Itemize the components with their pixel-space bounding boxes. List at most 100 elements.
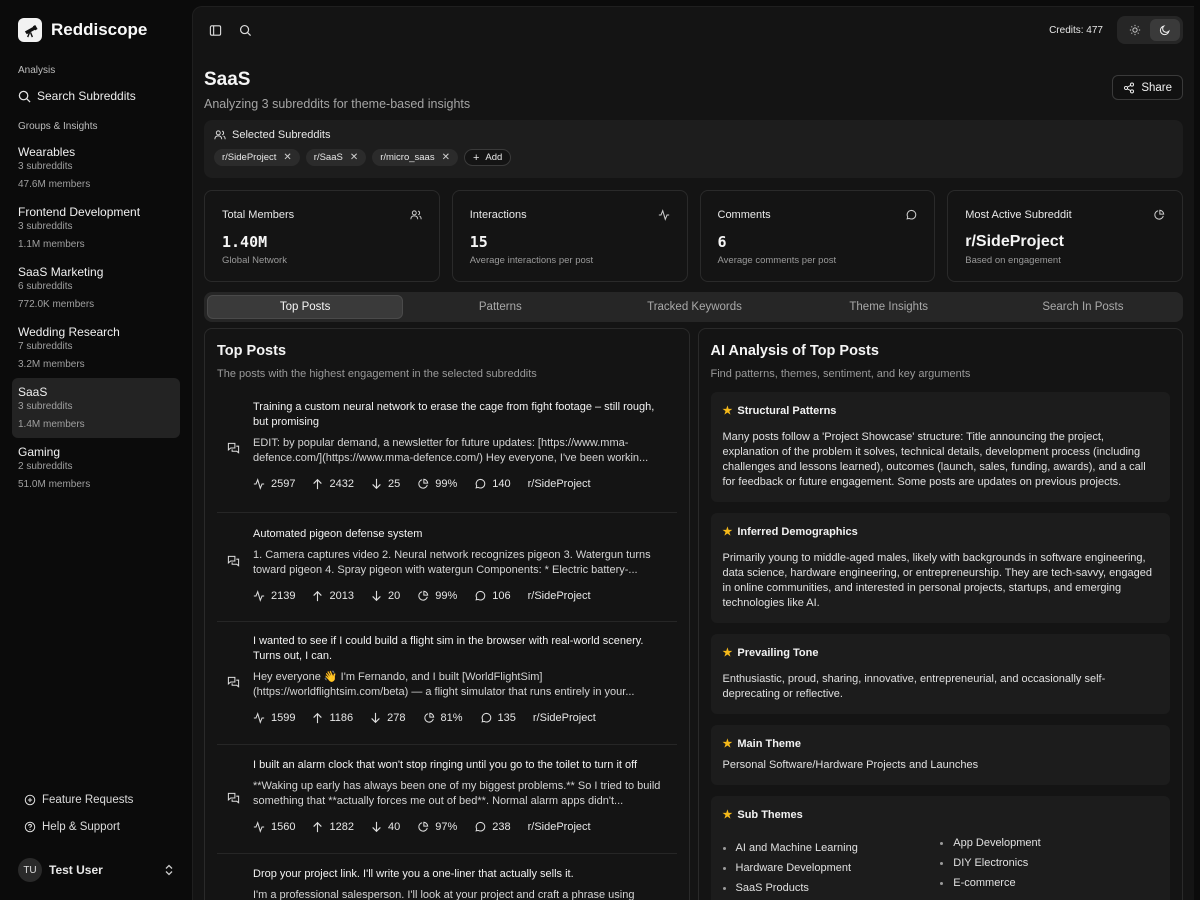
group-count: 2 subreddits xyxy=(18,461,73,472)
star-icon: ★ xyxy=(722,738,733,750)
group-item-saas-marketing[interactable]: SaaS Marketing 6 subreddits 772.0K membe… xyxy=(12,258,180,318)
sidebar: Reddiscope Analysis Search Subreddits Gr… xyxy=(0,0,192,900)
user-menu[interactable]: TU Test User xyxy=(12,840,180,900)
interactions-count: 1599 xyxy=(271,712,296,724)
post-meta: 1599 1186 278 81% 135 r/SideProject xyxy=(253,712,665,724)
group-name: SaaS Marketing xyxy=(18,265,104,279)
post-subreddit[interactable]: r/SideProject xyxy=(533,712,596,724)
messages-icon xyxy=(227,792,240,804)
chip-label: r/SideProject xyxy=(222,152,277,163)
search-subreddits-link[interactable]: Search Subreddits xyxy=(12,82,180,110)
theme-toggle[interactable] xyxy=(1117,16,1183,44)
selected-subreddits-label: Selected Subreddits xyxy=(232,129,331,141)
arrow-up-icon xyxy=(313,712,323,724)
group-members: 1.1M members xyxy=(18,239,85,250)
messages-icon xyxy=(227,676,240,688)
post-title: Training a custom neural network to eras… xyxy=(253,401,655,428)
page-title: SaaS xyxy=(204,69,251,90)
stat-value: 6 xyxy=(717,233,727,251)
post-item[interactable]: Training a custom neural network to eras… xyxy=(217,380,677,513)
search-icon[interactable] xyxy=(234,19,256,41)
post-body: EDIT: by popular demand, a newsletter fo… xyxy=(253,437,649,464)
arrow-up-icon xyxy=(313,821,323,833)
tab-patterns[interactable]: Patterns xyxy=(403,295,597,319)
star-icon: ★ xyxy=(722,526,733,538)
post-item[interactable]: Drop your project link. I'll write you a… xyxy=(217,854,677,900)
stat-title: Most Active Subreddit xyxy=(965,209,1072,221)
group-item-frontend-development[interactable]: Frontend Development 3 subreddits 1.1M m… xyxy=(12,198,180,258)
stat-title: Total Members xyxy=(222,209,295,221)
brand[interactable]: Reddiscope xyxy=(12,0,180,60)
help-support-link[interactable]: Help & Support xyxy=(12,813,180,840)
moon-icon[interactable] xyxy=(1150,19,1180,41)
card-title: Structural Patterns xyxy=(737,404,837,417)
group-members: 772.0K members xyxy=(18,299,95,310)
post-meta: 2597 2432 25 99% 140 r/SideProject xyxy=(253,478,665,490)
stat-value: 1.40M xyxy=(222,233,268,251)
tab-search-in-posts[interactable]: Search In Posts xyxy=(986,295,1180,319)
card-body: Primarily young to middle-aged males, li… xyxy=(722,552,1152,609)
post-title: Drop your project link. I'll write you a… xyxy=(253,868,574,880)
content-panel: Credits: 477 SaaS Analyzing 3 subreddits… xyxy=(192,6,1194,900)
top-posts-subtitle: The posts with the highest engagement in… xyxy=(217,368,537,380)
group-name: Frontend Development xyxy=(18,205,141,219)
upvotes-count: 1282 xyxy=(329,821,354,833)
remove-icon[interactable]: ✕ xyxy=(283,152,291,163)
group-item-saas[interactable]: SaaS 3 subreddits 1.4M members xyxy=(12,378,180,438)
post-subreddit[interactable]: r/SideProject xyxy=(528,590,591,602)
feature-requests-link[interactable]: Feature Requests xyxy=(12,786,180,813)
add-subreddit-button[interactable]: + Add xyxy=(463,149,512,166)
pie-chart-icon xyxy=(418,478,429,489)
pie-chart-icon xyxy=(1154,209,1165,220)
share-button[interactable]: Share xyxy=(1112,75,1183,100)
post-item[interactable]: I built an alarm clock that won't stop r… xyxy=(217,745,677,854)
chevrons-up-down-icon xyxy=(165,864,173,876)
star-icon: ★ xyxy=(722,647,733,659)
page-header: SaaS Analyzing 3 subreddits for theme-ba… xyxy=(193,53,1194,120)
card-title: Main Theme xyxy=(737,737,801,750)
card-title: Inferred Demographics xyxy=(737,525,858,538)
post-item[interactable]: Automated pigeon defense system 1. Camer… xyxy=(217,513,677,622)
post-subreddit[interactable]: r/SideProject xyxy=(528,478,591,490)
users-icon xyxy=(410,210,422,220)
tab-top-posts[interactable]: Top Posts xyxy=(207,295,404,319)
sun-icon[interactable] xyxy=(1120,19,1150,41)
plus-circle-icon xyxy=(24,794,36,805)
remove-icon[interactable]: ✕ xyxy=(350,152,358,163)
stat-title: Comments xyxy=(717,209,771,221)
credits-counter: Credits: 477 xyxy=(1049,24,1103,36)
tab-theme-insights[interactable]: Theme Insights xyxy=(792,295,986,319)
group-item-gaming[interactable]: Gaming 2 subreddits 51.0M members xyxy=(12,438,180,498)
group-item-wedding-research[interactable]: Wedding Research 7 subreddits 3.2M membe… xyxy=(12,318,180,378)
group-name: Wearables xyxy=(18,145,76,159)
group-item-wearables[interactable]: Wearables 3 subreddits 47.6M members xyxy=(12,138,180,198)
plus-icon: + xyxy=(472,151,480,164)
remove-icon[interactable]: ✕ xyxy=(442,152,450,163)
sidebar-toggle-icon[interactable] xyxy=(204,19,226,41)
group-name: Gaming xyxy=(18,445,61,459)
group-members: 47.6M members xyxy=(18,179,91,190)
post-item[interactable]: I wanted to see if I could build a fligh… xyxy=(217,622,677,745)
arrow-up-icon xyxy=(313,478,323,490)
help-circle-icon xyxy=(24,821,36,832)
star-icon: ★ xyxy=(722,809,733,821)
post-subreddit[interactable]: r/SideProject xyxy=(528,821,591,833)
card-body: Many posts follow a 'Project Showcase' s… xyxy=(722,431,1146,488)
post-body: I'm a professional salesperson. I'll loo… xyxy=(253,889,635,900)
post-title: I built an alarm clock that won't stop r… xyxy=(253,759,638,771)
content-columns: Top Posts The posts with the highest eng… xyxy=(204,328,1183,900)
card-body: Enthusiastic, proud, sharing, innovative… xyxy=(722,673,1106,700)
arrow-down-icon xyxy=(372,590,381,602)
group-members: 3.2M members xyxy=(18,359,85,370)
activity-icon xyxy=(253,590,265,602)
tab-tracked-keywords[interactable]: Tracked Keywords xyxy=(597,295,791,319)
subreddit-chip: r/SaaS ✕ xyxy=(305,149,367,166)
group-members: 51.0M members xyxy=(18,479,91,490)
downvotes-count: 20 xyxy=(387,590,401,602)
top-posts-title: Top Posts xyxy=(217,343,287,359)
group-members: 1.4M members xyxy=(18,419,85,430)
comments-count: 106 xyxy=(492,590,511,602)
selected-subreddits-panel: Selected Subreddits r/SideProject ✕ r/Saa… xyxy=(204,120,1183,178)
sidebar-footer: Feature Requests Help & Support TU Test … xyxy=(12,786,180,900)
message-circle-icon xyxy=(475,478,486,489)
